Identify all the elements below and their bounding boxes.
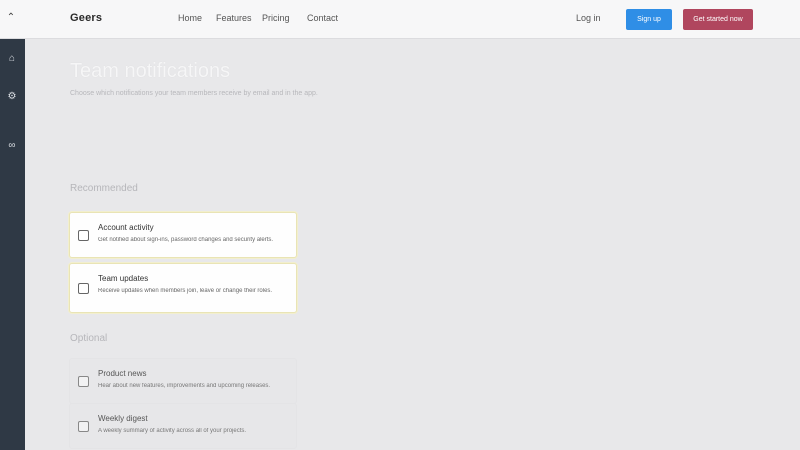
option-description: A weekly summary of activity across all … bbox=[98, 428, 247, 434]
chevron-icon[interactable]: ⌃ bbox=[5, 12, 17, 24]
get-started-button[interactable]: Get started now bbox=[683, 9, 753, 30]
brand-logo[interactable]: Geers bbox=[70, 12, 102, 24]
page-title: Team notifications bbox=[70, 60, 231, 82]
option-title: Product news bbox=[98, 369, 147, 378]
option-description: Get notified about sign-ins, password ch… bbox=[98, 237, 274, 243]
option-description: Hear about new features, improvements an… bbox=[98, 383, 271, 389]
section-label: Optional bbox=[70, 333, 108, 344]
sidebar-rail: ⌂ ⚙ ∞ bbox=[0, 39, 25, 450]
option-card[interactable]: Team updates Receive updates when member… bbox=[69, 263, 297, 313]
login-link[interactable]: Log in bbox=[576, 13, 601, 23]
checkbox[interactable] bbox=[78, 283, 89, 294]
option-title: Account activity bbox=[98, 223, 154, 232]
option-title: Team updates bbox=[98, 274, 149, 283]
option-card[interactable]: Account activity Get notified about sign… bbox=[69, 212, 297, 258]
nav-link-home[interactable]: Home bbox=[178, 13, 202, 23]
settings-icon[interactable]: ⚙ bbox=[5, 90, 19, 104]
home-icon[interactable]: ⌂ bbox=[5, 52, 19, 66]
signup-button[interactable]: Sign up bbox=[626, 9, 672, 30]
checkbox[interactable] bbox=[78, 376, 89, 387]
checkbox[interactable] bbox=[78, 421, 89, 432]
nav-link-features[interactable]: Features bbox=[216, 13, 252, 23]
section-label: Recommended bbox=[70, 183, 138, 194]
option-card[interactable]: Product news Hear about new features, im… bbox=[69, 358, 297, 404]
option-card[interactable]: Weekly digest A weekly summary of activi… bbox=[69, 403, 297, 449]
link-icon[interactable]: ∞ bbox=[5, 139, 19, 153]
checkbox[interactable] bbox=[78, 230, 89, 241]
option-description: Receive updates when members join, leave… bbox=[98, 288, 273, 294]
top-navbar: ⌃ Geers Home Features Pricing Contact Lo… bbox=[0, 0, 800, 39]
nav-link-pricing[interactable]: Pricing bbox=[262, 13, 290, 23]
nav-link-about[interactable]: Contact bbox=[307, 13, 338, 23]
page-subtitle: Choose which notifications your team mem… bbox=[70, 90, 318, 97]
option-title: Weekly digest bbox=[98, 414, 148, 423]
